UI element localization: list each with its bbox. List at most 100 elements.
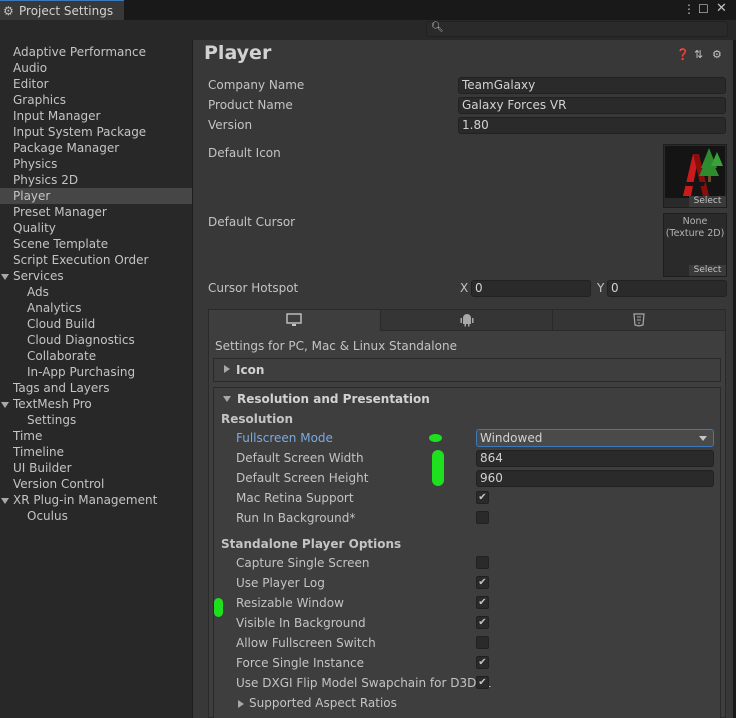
fullscreen-mode-label: Fullscreen Mode <box>236 431 333 445</box>
sidebar-item-collaborate[interactable]: Collaborate <box>27 348 96 364</box>
resolution-section-title[interactable]: Resolution and Presentation <box>237 392 430 406</box>
sidebar-item-physics-2d[interactable]: Physics 2D <box>13 172 78 188</box>
hotspot-x-field[interactable]: 0 <box>471 280 591 297</box>
default-screen-height-field[interactable]: 960 <box>476 470 714 487</box>
fullscreen-mode-dropdown[interactable]: Windowed <box>476 429 714 447</box>
maximize-icon[interactable]: ☐ <box>698 2 709 16</box>
window-tab[interactable]: ⚙ Project Settings <box>0 0 124 20</box>
sidebar: Adaptive Performance Audio Editor Graphi… <box>0 40 193 718</box>
use-player-log-checkbox[interactable]: ✔ <box>476 576 489 589</box>
sidebar-item-version-control[interactable]: Version Control <box>13 476 104 492</box>
default-screen-width-field[interactable]: 864 <box>476 450 714 467</box>
hotspot-y-field[interactable]: 0 <box>607 280 727 297</box>
preset-icon[interactable]: ⇅ <box>694 48 703 61</box>
sidebar-item-settings[interactable]: Settings <box>27 412 76 428</box>
collapsed-arrow-icon[interactable] <box>238 700 244 708</box>
sidebar-item-in-app-purchasing[interactable]: In-App Purchasing <box>27 364 135 380</box>
icon-section-title: Icon <box>236 363 265 377</box>
sidebar-item-package-manager[interactable]: Package Manager <box>13 140 119 156</box>
tab-webgl[interactable] <box>553 310 725 331</box>
resolution-header: Resolution <box>221 412 294 426</box>
icon-section-header[interactable]: Icon <box>213 358 721 382</box>
sidebar-item-oculus[interactable]: Oculus <box>27 508 68 524</box>
sidebar-item-label: TextMesh Pro <box>13 397 92 411</box>
force-single-instance-label: Force Single Instance <box>236 656 365 670</box>
sidebar-item-time[interactable]: Time <box>13 428 42 444</box>
sidebar-item-services[interactable]: Services <box>1 268 64 284</box>
search-icon: 🔍︎ <box>431 22 444 33</box>
more-options-icon[interactable]: ⋮ <box>683 2 695 16</box>
sidebar-item-graphics[interactable]: Graphics <box>13 92 66 108</box>
sidebar-item-xr-plugin-management[interactable]: XR Plug-in Management <box>1 492 157 508</box>
sidebar-item-physics[interactable]: Physics <box>13 156 57 172</box>
settings-for-label: Settings for PC, Mac & Linux Standalone <box>215 339 457 353</box>
sidebar-item-audio[interactable]: Audio <box>13 60 47 76</box>
default-cursor-slot[interactable]: None (Texture 2D) Select <box>663 213 727 277</box>
run-in-background-checkbox[interactable] <box>476 511 489 524</box>
visible-in-background-checkbox[interactable]: ✔ <box>476 616 489 629</box>
mac-retina-label: Mac Retina Support <box>236 491 354 505</box>
settings-gear-icon[interactable]: ⚙ <box>712 48 722 61</box>
resizable-window-checkbox[interactable]: ✔ <box>476 596 489 609</box>
sidebar-item-cloud-diagnostics[interactable]: Cloud Diagnostics <box>27 332 135 348</box>
supported-aspect-ratios-label[interactable]: Supported Aspect Ratios <box>249 696 397 710</box>
force-single-instance-checkbox[interactable]: ✔ <box>476 656 489 669</box>
html5-icon <box>633 313 645 327</box>
product-name-field[interactable]: Galaxy Forces VR <box>458 97 726 114</box>
sidebar-item-adaptive-performance[interactable]: Adaptive Performance <box>13 44 146 60</box>
standalone-options-header: Standalone Player Options <box>221 537 402 551</box>
sidebar-item-cloud-build[interactable]: Cloud Build <box>27 316 95 332</box>
default-icon-label: Default Icon <box>208 146 281 160</box>
default-icon-slot[interactable]: Select <box>663 144 727 208</box>
sidebar-item-scene-template[interactable]: Scene Template <box>13 236 108 252</box>
search-input[interactable]: 🔍︎ <box>426 21 728 37</box>
sidebar-item-quality[interactable]: Quality <box>13 220 56 236</box>
sidebar-item-timeline[interactable]: Timeline <box>13 444 64 460</box>
sidebar-item-editor[interactable]: Editor <box>13 76 49 92</box>
cursor-hotspot-label: Cursor Hotspot <box>208 281 299 295</box>
use-player-log-label: Use Player Log <box>236 576 325 590</box>
sidebar-item-player[interactable]: Player <box>0 188 192 204</box>
tab-standalone[interactable] <box>209 310 381 331</box>
expanded-arrow-icon[interactable] <box>223 396 231 402</box>
select-cursor-button[interactable]: Select <box>689 265 726 276</box>
mac-retina-checkbox[interactable]: ✔ <box>476 491 489 504</box>
sidebar-item-analytics[interactable]: Analytics <box>27 300 82 316</box>
sidebar-item-label: Services <box>13 269 64 283</box>
help-icon[interactable]: ❓ <box>676 48 690 61</box>
sidebar-item-tags-and-layers[interactable]: Tags and Layers <box>13 380 109 396</box>
dxgi-flip-model-checkbox[interactable]: ✔ <box>476 676 489 689</box>
sidebar-item-label: XR Plug-in Management <box>13 493 158 507</box>
sidebar-item-ui-builder[interactable]: UI Builder <box>13 460 72 476</box>
sidebar-item-preset-manager[interactable]: Preset Manager <box>13 204 107 220</box>
close-icon[interactable]: ✕ <box>716 1 727 16</box>
chevron-down-icon <box>699 436 707 441</box>
resizable-window-label: Resizable Window <box>236 596 344 610</box>
sidebar-item-ads[interactable]: Ads <box>27 284 49 300</box>
window-title: Project Settings <box>19 3 114 18</box>
version-field[interactable]: 1.80 <box>458 117 726 134</box>
capture-single-screen-label: Capture Single Screen <box>236 556 370 570</box>
sidebar-item-input-manager[interactable]: Input Manager <box>13 108 101 124</box>
tab-android[interactable] <box>381 310 553 331</box>
run-in-background-label: Run In Background* <box>236 511 356 525</box>
sidebar-item-input-system[interactable]: Input System Package <box>13 124 146 140</box>
allow-fullscreen-switch-checkbox[interactable] <box>476 636 489 649</box>
collapsed-arrow-icon <box>224 365 230 373</box>
version-label: Version <box>208 118 253 132</box>
expand-triangle-icon[interactable] <box>1 401 9 408</box>
company-name-label: Company Name <box>208 78 305 92</box>
default-screen-height-label: Default Screen Height <box>236 471 369 485</box>
select-icon-button[interactable]: Select <box>689 196 726 207</box>
expand-triangle-icon[interactable] <box>1 273 9 280</box>
sidebar-item-script-execution-order[interactable]: Script Execution Order <box>13 252 148 268</box>
expand-triangle-icon[interactable] <box>1 497 9 504</box>
page-title: Player <box>204 42 272 64</box>
capture-single-screen-checkbox[interactable] <box>476 556 489 569</box>
company-name-field[interactable]: TeamGalaxy <box>458 77 726 94</box>
sidebar-item-textmesh-pro[interactable]: TextMesh Pro <box>1 396 92 412</box>
annotation-mark <box>432 450 444 486</box>
default-screen-width-label: Default Screen Width <box>236 451 364 465</box>
allow-fullscreen-switch-label: Allow Fullscreen Switch <box>236 636 376 650</box>
hotspot-y-label: Y <box>597 281 605 295</box>
